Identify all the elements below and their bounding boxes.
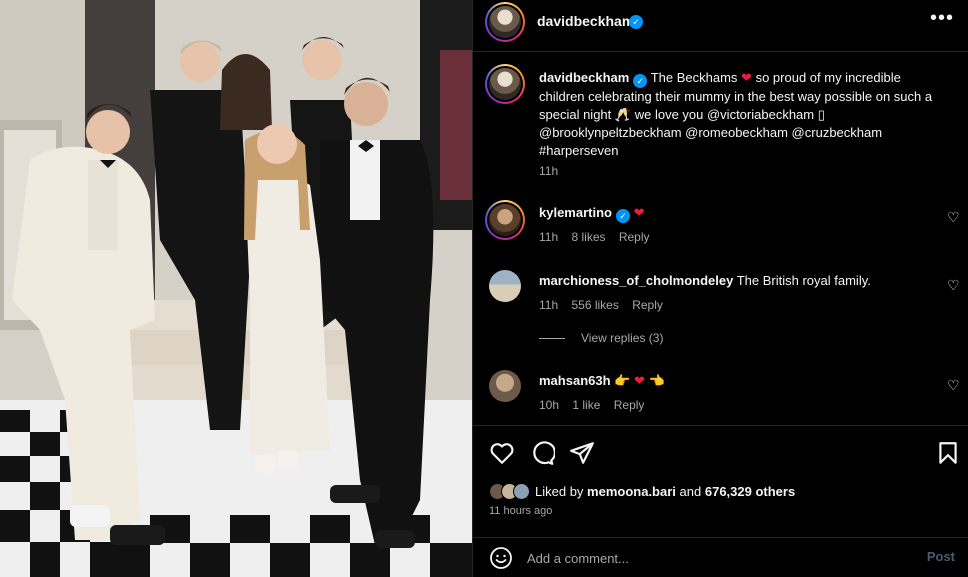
- view-replies-button[interactable]: View replies (3): [539, 331, 663, 345]
- like-comment-heart-icon[interactable]: ♡: [947, 378, 961, 392]
- caption-username[interactable]: davidbeckham: [539, 70, 629, 85]
- heart-emoji-icon: ❤: [633, 373, 645, 388]
- comment-likes[interactable]: 1 like: [572, 398, 600, 412]
- liked-by-label: Liked by: [535, 484, 584, 499]
- comment-item: mahsan63h 👉 ❤ 👈 10h 1 like Reply ♡: [485, 368, 961, 418]
- pointing-hand-emoji-icon: 👉: [614, 373, 631, 388]
- comment-body: mahsan63h 👉 ❤ 👈: [539, 373, 919, 389]
- like-heart-icon[interactable]: [489, 440, 515, 466]
- like-comment-heart-icon[interactable]: ♡: [947, 278, 961, 292]
- liked-by-and: and: [679, 484, 702, 499]
- comment-likes[interactable]: 556 likes: [571, 298, 618, 312]
- comment-time: 11h: [539, 298, 559, 312]
- liker-avatar: [513, 483, 530, 500]
- heart-emoji-icon: ❤: [633, 205, 645, 220]
- like-comment-heart-icon[interactable]: ♡: [947, 210, 961, 224]
- emoji-icon: ▯: [817, 107, 825, 122]
- author-avatar[interactable]: [485, 2, 525, 42]
- verified-badge-icon: ✓: [615, 209, 630, 223]
- author-username[interactable]: davidbeckham: [537, 13, 634, 29]
- family-photo-illustration: [0, 0, 472, 577]
- comment-time: 10h: [539, 398, 560, 412]
- post-header: davidbeckham ✓ •••: [473, 0, 968, 52]
- add-comment-bar: Post: [473, 537, 968, 577]
- comment-likes[interactable]: 8 likes: [571, 230, 605, 244]
- commenter-avatar[interactable]: [485, 200, 525, 240]
- commenter-username[interactable]: kylemartino: [539, 205, 612, 220]
- verified-badge-icon: ✓: [633, 74, 648, 88]
- commenter-username[interactable]: marchioness_of_cholmondeley: [539, 273, 733, 288]
- reply-button[interactable]: Reply: [632, 298, 663, 312]
- replies-divider: [539, 337, 565, 339]
- more-options-icon[interactable]: •••: [929, 8, 955, 34]
- save-bookmark-icon[interactable]: [935, 440, 961, 466]
- clinking-glasses-emoji-icon: 🥂: [614, 107, 632, 122]
- likes-count[interactable]: 676,329 others: [705, 484, 795, 499]
- caption-part-3: we love you @victoriabeckham: [634, 107, 815, 122]
- pointing-hand-emoji-icon: 👈: [648, 373, 665, 388]
- post-actions: Liked by memoona.bari and 676,329 others…: [473, 425, 968, 555]
- commenter-username[interactable]: mahsan63h: [539, 373, 611, 388]
- commenter-avatar[interactable]: [489, 270, 521, 302]
- liked-by: Liked by memoona.bari and 676,329 others: [489, 483, 795, 500]
- post-timestamp[interactable]: 11 hours ago: [489, 505, 552, 517]
- share-paper-plane-icon[interactable]: [569, 440, 595, 466]
- verified-badge-icon: ✓: [629, 15, 643, 29]
- commenter-avatar[interactable]: [489, 370, 521, 402]
- comment-meta: 11h 8 likes Reply: [539, 230, 660, 244]
- comment-meta: 11h 556 likes Reply: [539, 298, 673, 312]
- heart-emoji-icon: ❤: [741, 70, 752, 85]
- post-photo[interactable]: [0, 0, 472, 577]
- reply-button[interactable]: Reply: [614, 398, 645, 412]
- comment-input[interactable]: [527, 548, 907, 568]
- comment-time: 11h: [539, 230, 559, 244]
- comment-bubble-icon[interactable]: [529, 440, 555, 466]
- caption-part-1: The Beckhams: [650, 70, 738, 85]
- post-comment-button[interactable]: Post: [927, 549, 955, 564]
- comment-meta: 10h 1 like Reply: [539, 398, 654, 412]
- caption-time: 11h: [539, 164, 559, 178]
- view-replies-label: View replies (3): [581, 331, 664, 345]
- emoji-picker-icon[interactable]: [489, 546, 513, 570]
- comment-text: The British royal family.: [736, 273, 871, 288]
- post-details-panel: davidbeckham ✓ ••• davidbeckham ✓ The Bec…: [472, 0, 968, 577]
- caption-author-avatar[interactable]: [485, 64, 525, 104]
- comment-item: kylemartino ✓ ❤ 11h 8 likes Reply ♡: [485, 200, 961, 250]
- caption-part-4: @brooklynpeltzbeckham @romeobeckham @cru…: [539, 125, 883, 158]
- caption-text: davidbeckham ✓ The Beckhams ❤ so proud of…: [539, 69, 939, 160]
- comment-body: kylemartino ✓ ❤: [539, 205, 919, 223]
- liker-username[interactable]: memoona.bari: [587, 484, 676, 499]
- comment-item: marchioness_of_cholmondeley The British …: [485, 268, 961, 318]
- reply-button[interactable]: Reply: [619, 230, 650, 244]
- comment-body: marchioness_of_cholmondeley The British …: [539, 273, 919, 289]
